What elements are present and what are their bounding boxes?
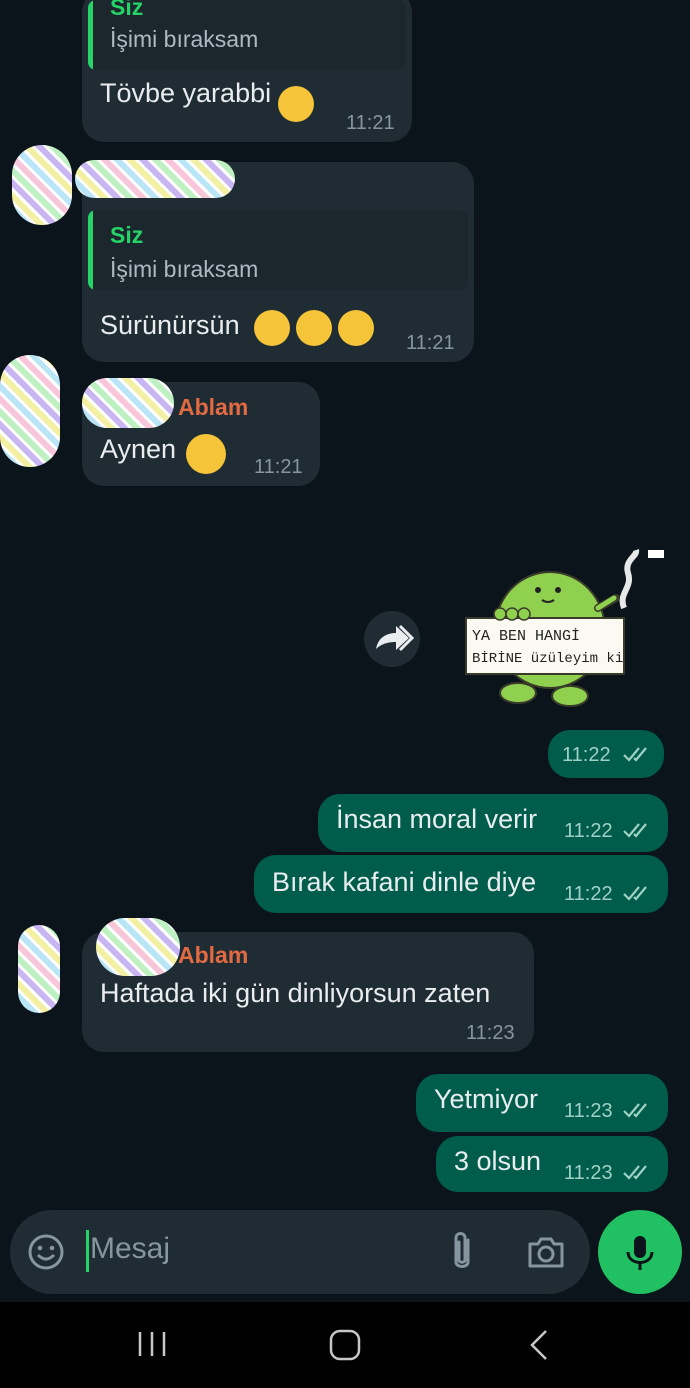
redaction-scribble: [18, 925, 60, 1013]
emoji-icon[interactable]: [26, 1232, 66, 1272]
back-icon[interactable]: [524, 1328, 554, 1362]
message-time: 11:23: [466, 1022, 515, 1044]
chat-area[interactable]: Siz İşimi bıraksam Tövbe yarabbi 11:21 S…: [0, 0, 690, 1205]
laughing-emoji-icon: [254, 310, 290, 346]
recent-apps-icon[interactable]: [134, 1328, 170, 1360]
message-time: 11:21: [254, 456, 303, 478]
microphone-button[interactable]: [598, 1210, 682, 1294]
read-receipt-icon: [623, 747, 647, 762]
message-text: 3 olsun: [454, 1146, 542, 1176]
sticker-text-line2: BİRİNE üzüleyim ki: [472, 649, 623, 667]
redaction-scribble: [96, 918, 180, 976]
read-receipt-icon: [623, 886, 647, 901]
message-text: Tövbe yarabbi: [100, 78, 272, 108]
sender-name: Ablam: [178, 942, 249, 968]
sticker-image[interactable]: YA BEN HANGİ BİRİNE üzüleyim ki: [458, 548, 668, 713]
message-time: 11:22: [562, 744, 611, 766]
home-icon[interactable]: [328, 1328, 362, 1362]
message-time: 11:23: [564, 1162, 613, 1184]
message-text: Yetmiyor: [434, 1084, 539, 1114]
message-text: İnsan moral verir: [336, 804, 538, 834]
message-bubble-outgoing[interactable]: Yetmiyor 11:23: [416, 1074, 668, 1132]
redaction-scribble: [0, 355, 60, 467]
laughing-emoji-icon: [296, 310, 332, 346]
message-bubble-outgoing[interactable]: 3 olsun 11:23: [436, 1136, 668, 1192]
quoted-message[interactable]: Siz İşimi bıraksam: [88, 210, 468, 290]
system-navigation-bar: [0, 1302, 690, 1388]
message-text: Aynen: [100, 434, 177, 464]
read-receipt-icon: [623, 1103, 647, 1118]
quoted-message[interactable]: Siz İşimi bıraksam: [88, 0, 406, 70]
quoted-text: İşimi bıraksam: [110, 256, 259, 282]
message-time: 11:22: [564, 820, 613, 842]
message-input[interactable]: Mesaj: [90, 1232, 170, 1266]
sender-name: Ablam: [178, 394, 249, 420]
read-receipt-icon: [623, 1165, 647, 1180]
message-text: Sürünürsün: [100, 310, 240, 340]
grinning-emoji-icon: [186, 434, 226, 474]
sticker-text-line1: YA BEN HANGİ: [472, 627, 580, 645]
message-time: 11:23: [564, 1100, 613, 1122]
quoted-text: İşimi bıraksam: [110, 26, 259, 52]
text-cursor: [86, 1230, 89, 1272]
paperclip-icon[interactable]: [444, 1230, 480, 1274]
message-text: Haftada iki gün dinliyorsun zaten: [100, 978, 491, 1008]
message-text: Bırak kafani dinle diye: [272, 867, 537, 897]
quoted-sender: Siz: [110, 0, 144, 20]
message-bubble-outgoing[interactable]: İnsan moral verir 11:22: [318, 794, 668, 852]
redaction-scribble: [82, 378, 174, 428]
message-time: 11:22: [564, 883, 613, 905]
message-bubble-outgoing[interactable]: 11:22: [548, 730, 664, 778]
read-receipt-icon: [623, 823, 647, 838]
message-time: 11:21: [406, 332, 455, 354]
forward-button[interactable]: [364, 611, 420, 667]
message-bubble-outgoing[interactable]: Bırak kafani dinle diye 11:22: [254, 855, 668, 913]
message-bubble-incoming[interactable]: Siz İşimi bıraksam Tövbe yarabbi 11:21: [82, 0, 412, 142]
forward-icon: [376, 624, 415, 652]
quoted-sender: Siz: [110, 222, 144, 248]
redaction-scribble: [12, 145, 72, 225]
microphone-icon: [626, 1236, 654, 1270]
laughing-emoji-icon: [338, 310, 374, 346]
laughing-emoji-icon: [278, 86, 314, 122]
message-time: 11:21: [346, 112, 395, 134]
redaction-scribble: [75, 160, 235, 198]
camera-icon[interactable]: [526, 1232, 566, 1272]
